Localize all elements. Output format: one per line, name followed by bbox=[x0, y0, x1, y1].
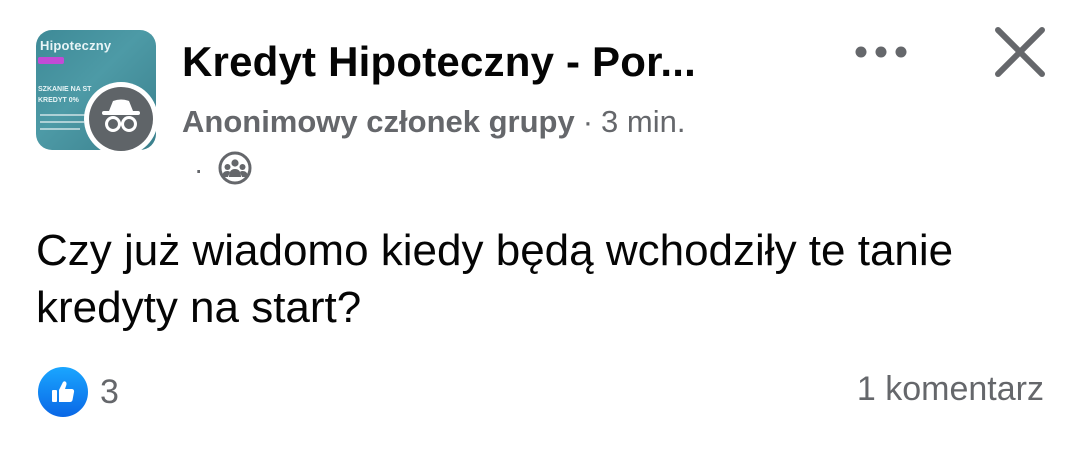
more-options-button[interactable] bbox=[846, 30, 916, 74]
thumbnail-text-line bbox=[40, 121, 84, 123]
privacy-row: · bbox=[194, 150, 253, 191]
post-time[interactable]: 3 min. bbox=[601, 104, 685, 139]
thumbnail-title: Hipoteczny bbox=[40, 38, 112, 53]
group-name[interactable]: Kredyt Hipoteczny - Por... bbox=[182, 38, 696, 86]
thumbnail-line: SZKANIE NA ST bbox=[38, 86, 92, 93]
reaction-count: 3 bbox=[100, 372, 119, 411]
meta-separator: · bbox=[582, 104, 594, 139]
thumbnail-line: KREDYT 0% bbox=[38, 97, 79, 104]
anonymous-member-icon bbox=[89, 87, 153, 151]
reactions-summary[interactable]: 3 bbox=[36, 365, 119, 419]
close-icon bbox=[995, 27, 1045, 77]
close-button[interactable] bbox=[988, 20, 1052, 84]
privacy-separator: · bbox=[194, 154, 204, 185]
post-card: Hipoteczny SZKANIE NA ST KREDYT 0% Kredy… bbox=[0, 0, 1080, 449]
more-options-icon bbox=[855, 46, 907, 58]
anonymous-avatar[interactable] bbox=[84, 82, 158, 156]
thumbnail-text-line bbox=[40, 114, 88, 116]
comments-count-link[interactable]: 1 komentarz bbox=[857, 370, 1044, 409]
thumbnail-tag bbox=[38, 57, 64, 64]
group-members-icon[interactable] bbox=[217, 150, 253, 191]
like-icon bbox=[36, 365, 90, 419]
post-meta: Anonimowy członek grupy · 3 min. bbox=[182, 104, 685, 140]
author-name[interactable]: Anonimowy członek grupy bbox=[182, 104, 575, 139]
thumbnail-text-line bbox=[40, 128, 80, 130]
post-text: Czy już wiadomo kiedy będą wchodziły te … bbox=[36, 226, 954, 332]
